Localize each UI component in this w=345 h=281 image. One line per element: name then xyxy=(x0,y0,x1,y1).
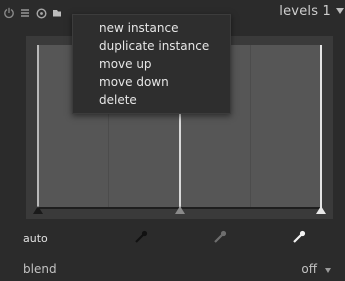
white-point-line[interactable] xyxy=(320,45,322,209)
menu-item-move-down[interactable]: move down xyxy=(73,73,230,91)
grey-picker-icon[interactable] xyxy=(212,229,228,245)
picker-row: auto xyxy=(0,226,345,250)
instance-icon[interactable] xyxy=(50,5,64,21)
white-picker-icon[interactable] xyxy=(291,229,307,245)
reset-icon[interactable] xyxy=(34,5,48,21)
white-point-handle[interactable] xyxy=(316,206,326,214)
menu-item-move-up[interactable]: move up xyxy=(73,55,230,73)
menu-item-delete[interactable]: delete xyxy=(73,91,230,109)
black-picker-icon[interactable] xyxy=(133,229,149,245)
black-point-handle[interactable] xyxy=(33,206,43,214)
menu-item-duplicate-instance[interactable]: duplicate instance xyxy=(73,37,230,55)
instance-menu: new instance duplicate instance move up … xyxy=(72,14,231,114)
black-point-line[interactable] xyxy=(37,45,39,209)
power-icon[interactable] xyxy=(2,5,16,21)
module-title[interactable]: levels 1 xyxy=(279,4,331,19)
auto-button[interactable]: auto xyxy=(23,232,48,245)
collapse-arrow-icon[interactable] xyxy=(336,8,344,14)
presets-icon[interactable] xyxy=(18,5,32,21)
grey-point-handle[interactable] xyxy=(175,206,185,214)
grid-line xyxy=(250,45,251,209)
blend-label: blend xyxy=(23,262,57,276)
menu-item-new-instance[interactable]: new instance xyxy=(73,19,230,37)
blend-dropdown-arrow-icon[interactable] xyxy=(325,268,331,273)
blend-row[interactable]: blend off xyxy=(0,258,345,280)
blend-value[interactable]: off xyxy=(301,262,317,276)
